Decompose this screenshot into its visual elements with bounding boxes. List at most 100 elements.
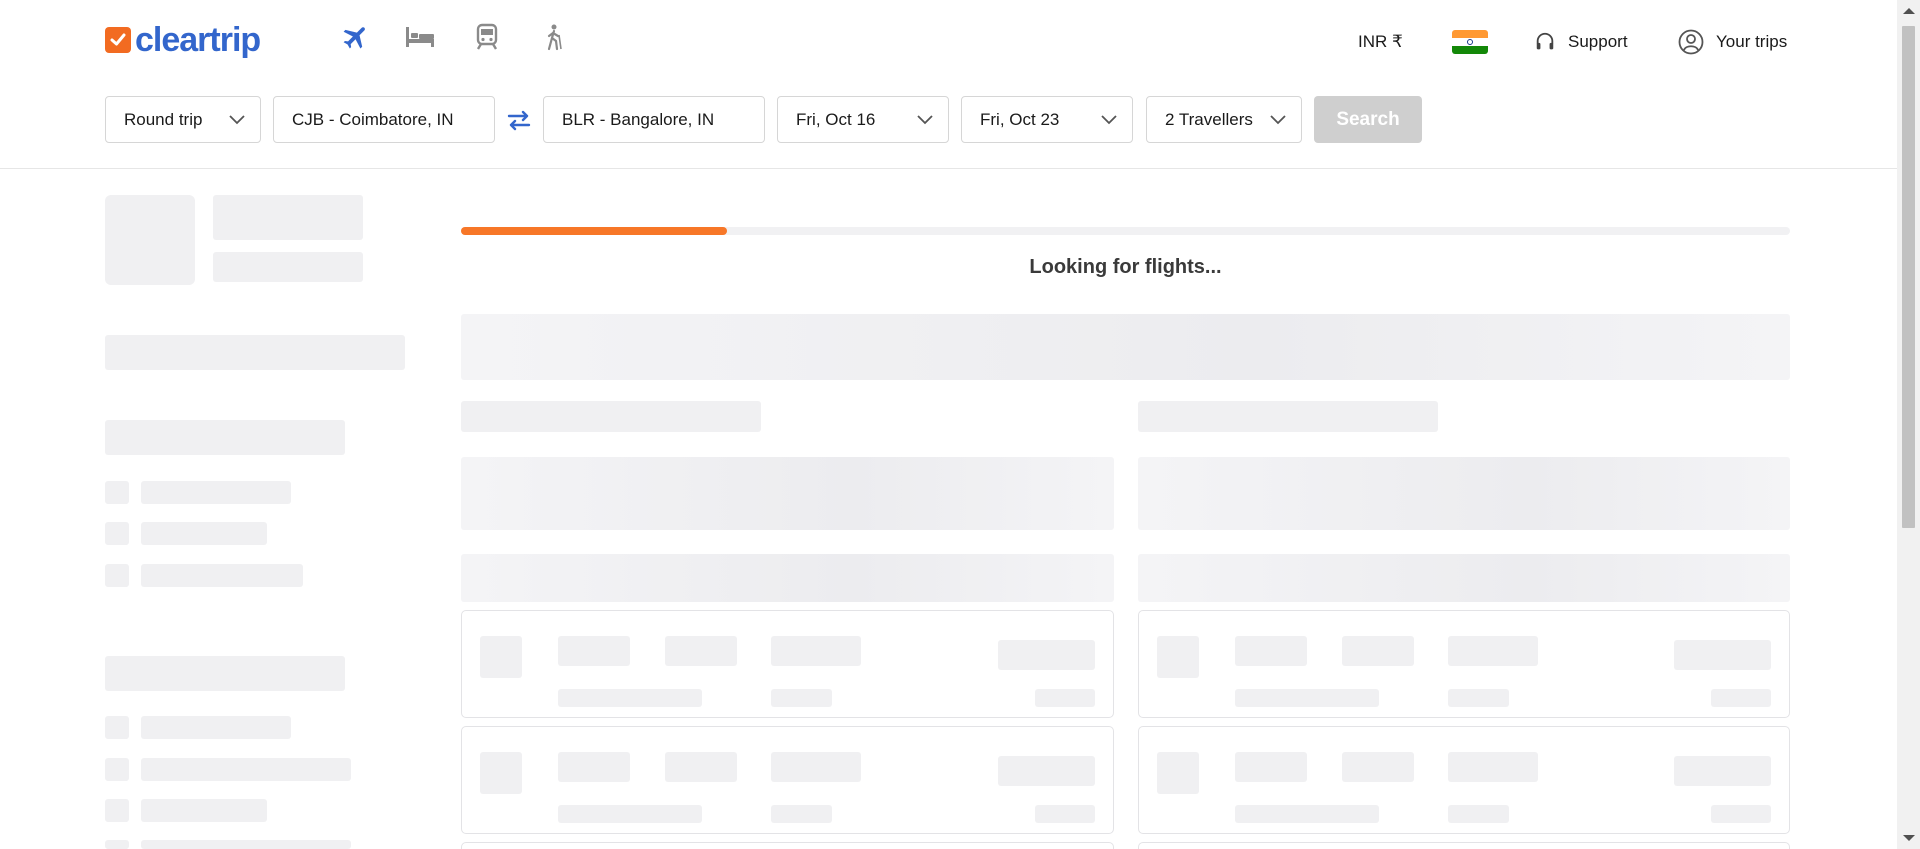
skeleton-logo xyxy=(480,636,522,678)
skeleton-checkbox xyxy=(105,758,129,781)
chevron-down-icon xyxy=(1100,110,1118,133)
skeleton-checkbox xyxy=(105,799,129,822)
skeleton-block xyxy=(1138,554,1790,602)
skeleton-line xyxy=(558,636,630,666)
check-icon xyxy=(105,27,131,53)
skeleton-line xyxy=(141,716,291,739)
cleartrip-logo[interactable]: cleartrip xyxy=(105,20,261,60)
skeleton-line xyxy=(141,758,351,781)
flight-card-skeleton xyxy=(1138,610,1790,718)
return-date-field[interactable]: Fri, Oct 23 xyxy=(961,96,1133,143)
skeleton-heading xyxy=(1138,401,1438,432)
skeleton-line xyxy=(1035,805,1095,823)
search-button[interactable]: Search xyxy=(1314,96,1422,143)
chevron-down-icon xyxy=(916,110,934,133)
flight-card-skeleton xyxy=(1138,726,1790,834)
skeleton-line xyxy=(141,799,267,822)
train-icon xyxy=(475,23,499,56)
user-circle-icon xyxy=(1678,29,1704,55)
loading-status-text: Looking for flights... xyxy=(1029,256,1222,278)
vertical-scrollbar[interactable] xyxy=(1897,0,1920,849)
skeleton-line xyxy=(1342,636,1414,666)
skeleton-line xyxy=(1711,689,1771,707)
skeleton-line xyxy=(1674,640,1771,670)
skeleton-checkbox xyxy=(105,840,129,849)
flight-card-skeleton xyxy=(461,842,1114,849)
trains-tab[interactable] xyxy=(470,23,504,56)
depart-date-value: Fri, Oct 16 xyxy=(796,109,876,129)
skeleton-block xyxy=(105,656,345,691)
skeleton-line xyxy=(141,564,303,587)
skeleton-line xyxy=(1674,756,1771,786)
skeleton-line xyxy=(558,689,702,707)
skeleton-banner xyxy=(461,314,1790,380)
activities-tab[interactable] xyxy=(537,24,571,54)
to-value: BLR - Bangalore, IN xyxy=(562,109,715,129)
chevron-down-icon xyxy=(1269,110,1287,133)
support-link[interactable]: Support xyxy=(1534,27,1628,57)
to-field[interactable]: BLR - Bangalore, IN xyxy=(543,96,765,143)
currency-label: INR ₹ xyxy=(1358,32,1403,51)
flight-card-skeleton xyxy=(1138,842,1790,849)
from-field[interactable]: CJB - Coimbatore, IN xyxy=(273,96,495,143)
skeleton-logo xyxy=(1157,752,1199,794)
top-header: cleartrip INR ₹ Support Your trips Round… xyxy=(0,0,1897,169)
skeleton-checkbox xyxy=(105,564,129,587)
trip-type-select[interactable]: Round trip xyxy=(105,96,261,143)
skeleton-line xyxy=(141,481,291,504)
skeleton-line xyxy=(1711,805,1771,823)
skeleton-line xyxy=(998,756,1095,786)
swap-icon[interactable] xyxy=(505,106,533,134)
travellers-value: 2 Travellers xyxy=(1165,109,1253,129)
travellers-select[interactable]: 2 Travellers xyxy=(1146,96,1302,143)
skeleton-line xyxy=(998,640,1095,670)
skeleton-line xyxy=(558,805,702,823)
flight-card-skeleton xyxy=(461,610,1114,718)
skeleton-line xyxy=(665,752,737,782)
scroll-up-arrow-icon[interactable] xyxy=(1903,8,1915,14)
skeleton-line xyxy=(1035,689,1095,707)
skeleton-block xyxy=(105,420,345,455)
from-value: CJB - Coimbatore, IN xyxy=(292,109,454,129)
skeleton-checkbox xyxy=(105,481,129,504)
skeleton-line xyxy=(558,752,630,782)
skeleton-block xyxy=(105,195,195,285)
skeleton-line xyxy=(771,689,832,707)
loading-progress-bar xyxy=(461,227,1790,235)
headset-icon xyxy=(1534,31,1556,53)
skeleton-line xyxy=(771,636,861,666)
skeleton-line xyxy=(771,805,832,823)
depart-date-field[interactable]: Fri, Oct 16 xyxy=(777,96,949,143)
hiking-icon xyxy=(542,23,566,56)
currency-selector[interactable]: INR ₹ xyxy=(1358,27,1403,57)
trip-type-value: Round trip xyxy=(124,109,203,129)
scroll-down-arrow-icon[interactable] xyxy=(1903,835,1915,841)
flight-card-skeleton xyxy=(461,726,1114,834)
chevron-down-icon xyxy=(228,110,246,133)
skeleton-checkbox xyxy=(105,522,129,545)
skeleton-logo xyxy=(1157,636,1199,678)
india-flag-icon[interactable] xyxy=(1452,30,1488,54)
skeleton-heading xyxy=(461,401,761,432)
skeleton-checkbox xyxy=(105,716,129,739)
return-date-value: Fri, Oct 23 xyxy=(980,109,1060,129)
skeleton-line xyxy=(1235,636,1307,666)
skeleton-line xyxy=(771,752,861,782)
skeleton-block xyxy=(213,252,363,282)
loading-progress-fill xyxy=(461,227,727,235)
hotels-tab[interactable] xyxy=(403,24,437,54)
airplane-icon xyxy=(341,22,371,57)
skeleton-line xyxy=(1342,752,1414,782)
logo-wordmark: cleartrip xyxy=(135,20,261,59)
skeleton-line xyxy=(1448,689,1509,707)
scrollbar-thumb[interactable] xyxy=(1902,26,1915,528)
skeleton-block xyxy=(105,335,405,370)
support-label: Support xyxy=(1568,32,1628,51)
your-trips-link[interactable]: Your trips xyxy=(1678,27,1787,57)
skeleton-line xyxy=(665,636,737,666)
skeleton-line xyxy=(141,840,351,849)
skeleton-line xyxy=(1235,689,1379,707)
skeleton-logo xyxy=(480,752,522,794)
flights-tab[interactable] xyxy=(339,24,373,54)
skeleton-line xyxy=(1448,805,1509,823)
